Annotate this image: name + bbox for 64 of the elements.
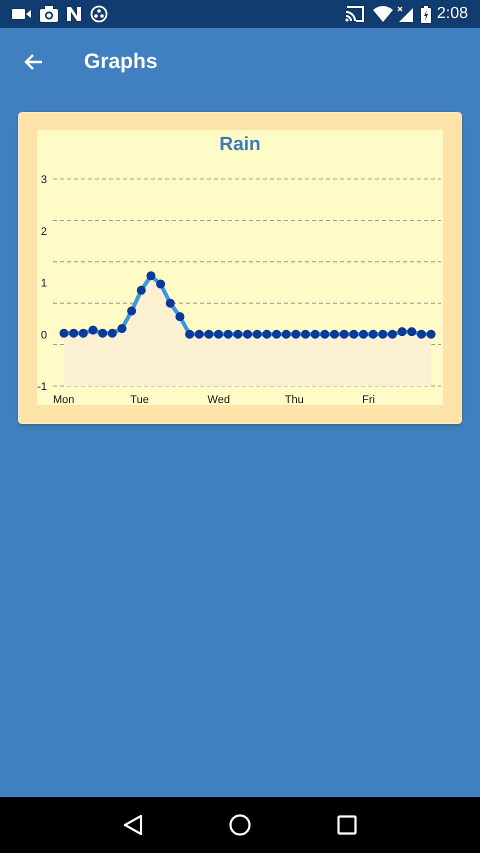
data-point [358,330,368,339]
data-point [136,286,146,295]
axis-label: Thu [284,394,304,405]
data-point [185,330,194,339]
data-point [330,330,339,339]
data-point [127,306,136,316]
dots-circle-icon [90,5,108,23]
chart-title: Rain [219,132,261,157]
data-point [166,298,175,308]
axis-label: Wed [208,394,230,405]
data-point [398,327,407,336]
data-point [340,330,349,339]
data-point [243,330,252,339]
data-point [320,330,330,339]
data-point [69,328,78,338]
data-point [146,271,156,280]
video-camera-icon [12,8,32,20]
data-point [98,328,108,338]
data-point [388,330,397,339]
axis-label: -1 [37,381,47,393]
cast-icon [344,6,365,22]
axis-label: Tue [130,394,149,405]
axis-label: 0 [40,329,47,342]
data-point [262,330,272,339]
back-arrow-icon [23,52,43,70]
data-point [426,330,436,339]
triangle-back-icon [123,814,144,836]
signal-icon [396,6,413,22]
axis-label: 1 [40,278,47,290]
data-point [349,330,358,339]
wifi-icon [372,6,393,22]
data-point [224,330,233,339]
data-point [291,330,300,339]
axis-label: 3 [40,174,47,186]
data-point [88,326,98,335]
data-point [108,328,117,338]
battery-icon [420,6,431,22]
data-point [233,330,242,339]
page-title: Graphs [84,48,158,75]
data-point [252,330,262,339]
data-point [78,328,88,338]
n-logo-icon [66,6,82,22]
data-point [407,327,416,336]
axis-label: Mon [53,394,74,405]
circle-home-icon [228,814,251,836]
data-point [310,330,320,339]
data-point [194,330,204,339]
camera-icon [40,6,58,22]
data-point [378,330,388,339]
data-point [204,330,214,339]
status-time: 2:08 [436,4,468,24]
data-point [272,330,282,339]
data-point [117,324,126,334]
square-recents-icon [336,815,357,835]
data-point [368,330,378,339]
data-point [301,330,310,339]
data-point [282,330,291,339]
data-point [156,280,166,289]
data-point [60,328,68,338]
axis-label: Fri [362,394,375,405]
data-point [416,330,426,339]
data-point [214,330,224,339]
data-point [175,312,184,322]
axis-label: 2 [40,226,47,238]
